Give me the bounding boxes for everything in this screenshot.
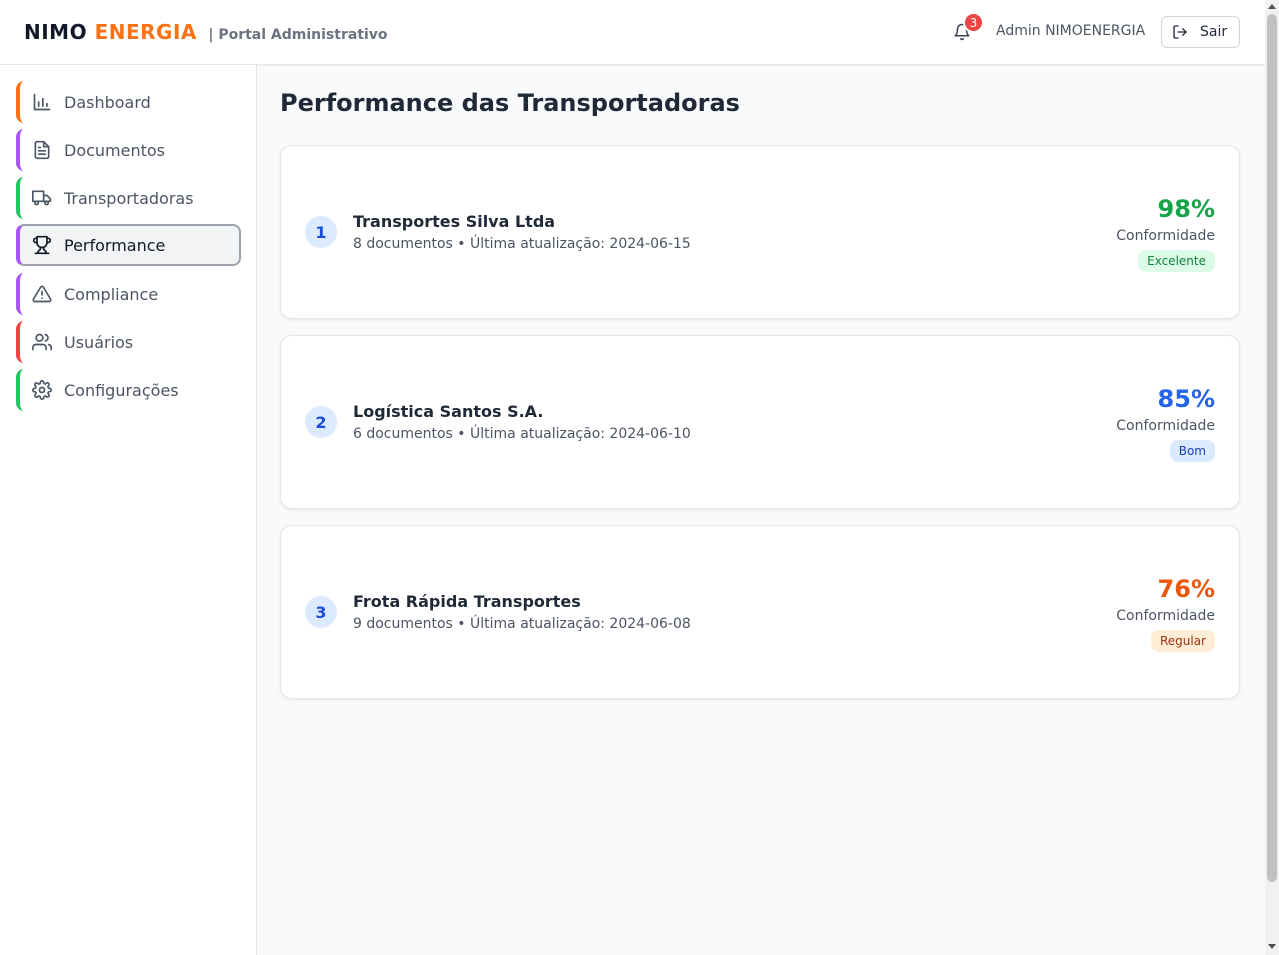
rating-badge: Bom [1169, 440, 1215, 462]
logout-button[interactable]: Sair [1161, 16, 1240, 48]
top-header: NIMO ENERGIA | Portal Administrativo 3 A… [0, 0, 1265, 65]
rating-badge: Excelente [1138, 250, 1215, 272]
rating-badge: Regular [1150, 630, 1215, 652]
main-content: Performance das Transportadoras 1 Transp… [257, 65, 1265, 955]
compliance-summary: 85% Conformidade Bom [1116, 384, 1215, 462]
scroll-thumb[interactable] [1267, 14, 1277, 882]
truck-icon [32, 190, 52, 206]
sidebar-item-label: Usuários [64, 332, 134, 352]
sidebar-item-label: Compliance [64, 284, 159, 304]
vertical-scrollbar[interactable] [1265, 0, 1279, 955]
notification-count-badge: 3 [963, 12, 984, 33]
carrier-meta: 8 documentos • Última atualização: 2024-… [353, 236, 691, 252]
compliance-label: Conformidade [1116, 418, 1215, 434]
sidebar-item-label: Transportadoras [64, 188, 194, 208]
carrier-card[interactable]: 2 Logística Santos S.A. 6 documentos • Ú… [280, 335, 1240, 509]
carrier-name: Logística Santos S.A. [353, 402, 544, 421]
user-name: Admin NIMOENERGIA [996, 23, 1146, 39]
sidebar-item-transportadoras[interactable]: Transportadoras [16, 177, 241, 219]
logout-icon [1173, 25, 1187, 39]
compliance-percent: 76% [1157, 575, 1215, 603]
brand-subtitle: | Portal Administrativo [208, 27, 388, 43]
document-icon [34, 140, 50, 160]
sidebar-item-label: Configurações [64, 380, 179, 400]
sidebar-item-usuarios[interactable]: Usuários [16, 321, 241, 363]
scroll-up-arrow[interactable] [1268, 4, 1276, 9]
rank-badge: 2 [305, 406, 337, 438]
sidebar-item-performance[interactable]: Performance [16, 224, 241, 266]
page-title: Performance das Transportadoras [280, 89, 740, 117]
scroll-down-arrow[interactable] [1268, 944, 1276, 949]
sidebar-item-compliance[interactable]: Compliance [16, 273, 241, 315]
carrier-card[interactable]: 1 Transportes Silva Ltda 8 documentos • … [280, 145, 1240, 319]
compliance-percent: 98% [1157, 195, 1215, 223]
compliance-label: Conformidade [1116, 228, 1215, 244]
warning-icon [32, 285, 52, 303]
users-icon [32, 333, 52, 351]
carrier-meta: 6 documentos • Última atualização: 2024-… [353, 426, 691, 442]
sidebar-item-configuracoes[interactable]: Configurações [16, 369, 241, 411]
sidebar-item-label: Performance [64, 235, 166, 255]
carrier-name: Transportes Silva Ltda [353, 212, 556, 231]
logout-label: Sair [1200, 24, 1228, 40]
brand-primary: NIMO [24, 20, 88, 44]
bar-chart-icon [33, 93, 51, 111]
trophy-icon [32, 235, 52, 255]
sidebar-item-label: Dashboard [64, 92, 151, 112]
carrier-card[interactable]: 3 Frota Rápida Transportes 9 documentos … [280, 525, 1240, 699]
carrier-meta: 9 documentos • Última atualização: 2024-… [353, 616, 691, 632]
compliance-summary: 76% Conformidade Regular [1116, 574, 1215, 652]
sidebar-item-dashboard[interactable]: Dashboard [16, 81, 241, 123]
gear-icon [32, 380, 52, 400]
brand-accent: ENERGIA [94, 20, 197, 44]
rank-badge: 1 [305, 216, 337, 248]
compliance-percent: 85% [1157, 385, 1215, 413]
rank-badge: 3 [305, 596, 337, 628]
compliance-summary: 98% Conformidade Excelente [1116, 194, 1215, 272]
sidebar-item-documentos[interactable]: Documentos [16, 129, 241, 171]
sidebar-item-label: Documentos [64, 140, 166, 160]
sidebar: Dashboard Documentos Transportadoras Per… [0, 65, 257, 955]
carrier-name: Frota Rápida Transportes [353, 592, 581, 611]
compliance-label: Conformidade [1116, 608, 1215, 624]
brand-logo[interactable]: NIMO ENERGIA | Portal Administrativo [24, 20, 388, 44]
